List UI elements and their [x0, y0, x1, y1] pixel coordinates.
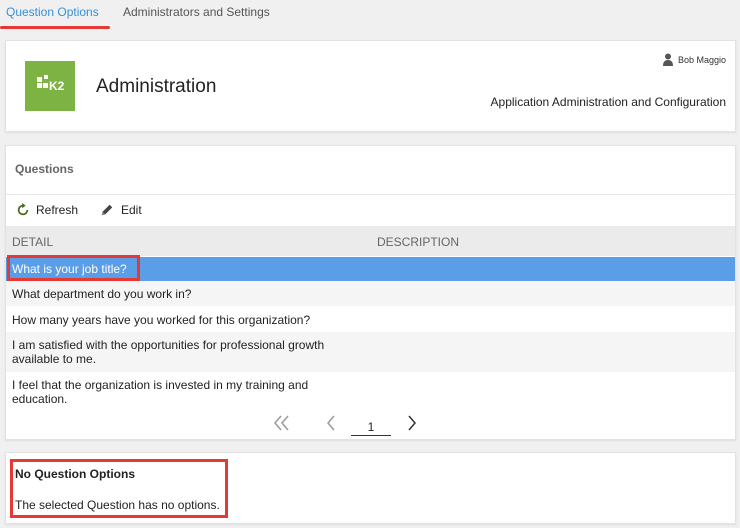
question-options-panel: No Question Options The selected Questio… — [5, 452, 736, 524]
row-detail: What department do you work in? — [12, 287, 192, 301]
row-detail: I am satisfied with the opportunities fo… — [12, 338, 325, 366]
edit-button[interactable]: Edit — [99, 203, 142, 217]
table-row[interactable]: I am satisfied with the opportunities fo… — [6, 332, 735, 372]
pager: 1 — [6, 408, 735, 438]
chevron-right-icon — [408, 415, 416, 431]
table-row[interactable]: How many years have you worked for this … — [6, 306, 735, 332]
table-row[interactable]: What department do you work in? — [6, 281, 735, 306]
logo-text: K2 — [49, 79, 65, 93]
row-detail: I feel that the organization is invested… — [12, 378, 309, 406]
tab-active-indicator — [0, 26, 110, 29]
edit-label: Edit — [121, 203, 142, 217]
tab-question-options[interactable]: Question Options — [6, 5, 99, 19]
questions-toolbar: Refresh Edit — [6, 194, 735, 225]
double-chevron-left-icon — [274, 415, 289, 431]
column-header-description[interactable]: DESCRIPTION — [377, 235, 459, 249]
options-annotation — [10, 459, 228, 518]
chevron-left-icon — [327, 415, 335, 431]
previous-page-button[interactable] — [325, 414, 337, 437]
refresh-button[interactable]: Refresh — [16, 203, 78, 217]
table-row[interactable]: I feel that the organization is invested… — [6, 372, 735, 408]
header-panel: K2 Administration Bob Maggio Application… — [5, 40, 736, 132]
questions-panel: Questions Refresh Edit DETAIL DESCRIPTIO… — [5, 145, 736, 440]
tab-bar: Question Options Administrators and Sett… — [0, 0, 740, 30]
grid-header: DETAIL DESCRIPTION — [6, 226, 735, 256]
column-header-detail[interactable]: DETAIL — [12, 235, 53, 249]
row-detail: How many years have you worked for this … — [12, 313, 311, 327]
next-page-button[interactable] — [406, 414, 418, 437]
refresh-icon — [17, 203, 29, 216]
k2-logo: K2 — [25, 61, 75, 111]
questions-section-title: Questions — [15, 162, 74, 176]
page-number[interactable]: 1 — [351, 416, 391, 436]
tab-administrators-and-settings[interactable]: Administrators and Settings — [123, 5, 270, 19]
user-info[interactable]: Bob Maggio — [662, 53, 726, 67]
user-name: Bob Maggio — [677, 55, 726, 65]
page-subtitle: Application Administration and Configura… — [490, 95, 726, 109]
page-title: Administration — [96, 76, 217, 97]
selected-row-annotation — [7, 255, 140, 281]
first-page-button[interactable] — [272, 414, 292, 437]
pencil-icon — [101, 204, 113, 216]
user-icon — [662, 53, 673, 66]
refresh-label: Refresh — [36, 203, 79, 217]
